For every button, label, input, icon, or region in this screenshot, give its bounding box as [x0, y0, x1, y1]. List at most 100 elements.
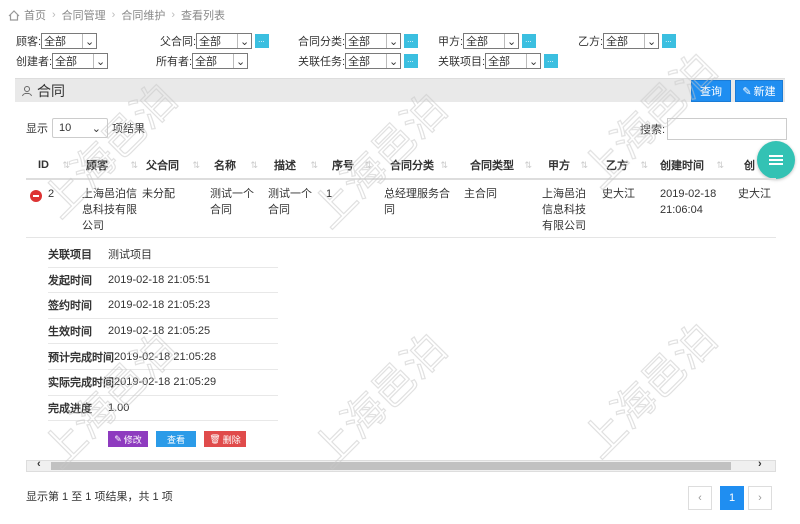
new-button[interactable]: ✎ 新建: [735, 80, 783, 102]
party-a-picker-button[interactable]: [522, 34, 537, 48]
query-button[interactable]: 查询: [691, 80, 731, 102]
col-header-desc[interactable]: 描述 ⇅: [274, 150, 322, 180]
col-header-name[interactable]: 名称 ⇅: [214, 150, 262, 180]
col-header-creator[interactable]: 创: [744, 150, 774, 180]
col-header-party-b[interactable]: 乙方 ⇅: [606, 150, 652, 180]
detail-value: 2019-02-18 21:05:23: [108, 299, 211, 312]
category-picker-button[interactable]: [404, 34, 419, 48]
party-b-picker-button[interactable]: [662, 34, 677, 48]
home-icon: [8, 9, 20, 21]
breadcrumb-home[interactable]: 首页: [24, 7, 46, 23]
detail-item: 预计完成时间 2019-02-18 21:05:28: [48, 344, 278, 370]
col-header-seq[interactable]: 序号 ⇅: [332, 150, 376, 180]
delete-button[interactable]: 🗑 删除: [204, 431, 246, 447]
party-b-filter-label: 乙方:: [578, 36, 604, 48]
horizontal-scrollbar[interactable]: ‹ ›: [26, 458, 776, 472]
sort-icon: ⇅: [310, 159, 318, 170]
project-filter: 关联项目: 全部 ⌄: [438, 52, 559, 70]
col-header-name-label: 名称: [214, 160, 236, 172]
col-header-seq-label: 序号: [332, 160, 354, 172]
contract-table: ID ⇅ 顾客 ⇅ 父合同 ⇅ 名称 ⇅ 描述 ⇅ 序号 ⇅ 合同分类 ⇅ 合同类型 ⇅ 甲方 ⇅…: [26, 150, 776, 460]
col-header-category[interactable]: 合同分类 ⇅: [390, 150, 452, 180]
parent-picker-button[interactable]: [255, 34, 270, 48]
project-select-value: 全部: [488, 56, 511, 68]
col-header-type-label: 合同类型: [470, 160, 514, 172]
owner-select[interactable]: 全部 ⌄: [192, 53, 249, 69]
cell-type: 主合同: [464, 188, 497, 200]
task-picker-button[interactable]: [404, 54, 419, 68]
detail-label: 完成进度: [48, 402, 92, 415]
customer-select[interactable]: 全部 ⌄: [41, 33, 98, 49]
detail-value: 2019-02-18 21:05:28: [114, 350, 217, 363]
chevron-down-icon: ⌄: [237, 34, 251, 48]
scroll-left-icon[interactable]: ‹: [37, 458, 41, 470]
table-header: ID ⇅ 顾客 ⇅ 父合同 ⇅ 名称 ⇅ 描述 ⇅ 序号 ⇅ 合同分类 ⇅ 合同类型 ⇅ 甲方 ⇅…: [26, 150, 776, 180]
detail-item: 发起时间 2019-02-18 21:05:51: [48, 268, 278, 294]
sort-icon: ⇅: [192, 159, 200, 170]
edit-button[interactable]: ✎ 修改: [108, 431, 148, 447]
search-input[interactable]: [667, 118, 788, 140]
view-button[interactable]: 查看: [156, 431, 196, 447]
detail-label: 发起时间: [48, 274, 92, 287]
collapse-row-icon[interactable]: [30, 190, 42, 202]
category-select-value: 全部: [348, 36, 371, 48]
col-header-creator-label: 创: [744, 160, 755, 172]
trash-icon: 🗑: [209, 433, 221, 444]
detail-value: 2019-02-18 21:05:29: [114, 376, 217, 389]
detail-value: 2019-02-18 21:05:25: [108, 325, 211, 338]
detail-label: 关联项目: [48, 249, 92, 262]
col-header-parent[interactable]: 父合同 ⇅: [146, 150, 204, 180]
col-header-type[interactable]: 合同类型 ⇅: [470, 150, 536, 180]
pager-next[interactable]: ›: [748, 486, 772, 510]
project-picker-button[interactable]: [544, 54, 559, 68]
cell-parent: 未分配: [142, 188, 175, 200]
col-header-customer[interactable]: 顾客 ⇅: [86, 150, 142, 180]
project-filter-label: 关联项目:: [438, 56, 486, 68]
col-header-id[interactable]: ID ⇅: [38, 150, 74, 180]
user-icon: [22, 85, 32, 96]
cell-party-a: 上海邑泊信息科技有限公司: [542, 188, 586, 232]
pager-page-current[interactable]: 1: [720, 486, 744, 510]
sort-icon: ⇅: [62, 159, 70, 170]
col-header-customer-label: 顾客: [86, 160, 108, 172]
page-length-select[interactable]: 10 ⌄: [52, 118, 108, 138]
table-row[interactable]: 2 上海邑泊信息科技有限公司 未分配 测试一个合同 测试一个合同 1 总经理服务…: [26, 182, 776, 238]
col-header-id-label: ID: [38, 159, 49, 171]
chevron-down-icon: ⌄: [82, 34, 96, 48]
pager-prev[interactable]: ‹: [688, 486, 712, 510]
party-a-select-value: 全部: [466, 36, 489, 48]
sort-icon: ⇅: [640, 159, 648, 170]
sort-icon: ⇅: [440, 159, 448, 170]
col-header-party-a[interactable]: 甲方 ⇅: [548, 150, 592, 180]
task-select[interactable]: 全部 ⌄: [345, 53, 402, 69]
parent-select[interactable]: 全部 ⌄: [196, 33, 253, 49]
page-length: 显示 10 ⌄ 项结果: [26, 118, 145, 138]
search-label: 搜索:: [640, 124, 666, 136]
party-a-select[interactable]: 全部 ⌄: [463, 33, 520, 49]
party-b-select-value: 全部: [606, 36, 629, 48]
col-header-created[interactable]: 创建时间 ⇅: [660, 150, 728, 180]
breadcrumb-contract-mgmt[interactable]: 合同管理: [62, 7, 106, 23]
cell-name: 测试一个合同: [210, 188, 254, 216]
project-select[interactable]: 全部 ⌄: [485, 53, 542, 69]
panel-heading: 合同 查询 ✎ 新建: [15, 78, 785, 102]
category-select[interactable]: 全部 ⌄: [345, 33, 402, 49]
scrollbar-thumb[interactable]: [51, 462, 731, 470]
detail-item: 签约时间 2019-02-18 21:05:23: [48, 293, 278, 319]
party-b-select[interactable]: 全部 ⌄: [603, 33, 660, 49]
owner-filter: 所有者: 全部 ⌄: [156, 52, 249, 70]
sort-icon: ⇅: [364, 159, 372, 170]
sort-icon: ⇅: [130, 159, 138, 170]
owner-filter-label: 所有者:: [156, 56, 193, 68]
creator-select[interactable]: 全部 ⌄: [52, 53, 109, 69]
breadcrumb-current: 查看列表: [181, 10, 226, 22]
chevron-down-icon: ⌄: [93, 54, 107, 68]
row-detail: 关联项目 测试项目 发起时间 2019-02-18 21:05:51 签约时间 201…: [48, 242, 278, 422]
query-button-label: 查询: [700, 86, 722, 98]
creator-filter-label: 创建者:: [16, 56, 53, 68]
scroll-right-icon[interactable]: ›: [758, 458, 762, 470]
category-filter: 合同分类: 全部 ⌄: [298, 32, 419, 50]
col-header-created-label: 创建时间: [660, 160, 704, 172]
breadcrumb-contract-maint[interactable]: 合同维护: [121, 7, 165, 23]
chevron-down-icon: ⌄: [644, 34, 658, 48]
